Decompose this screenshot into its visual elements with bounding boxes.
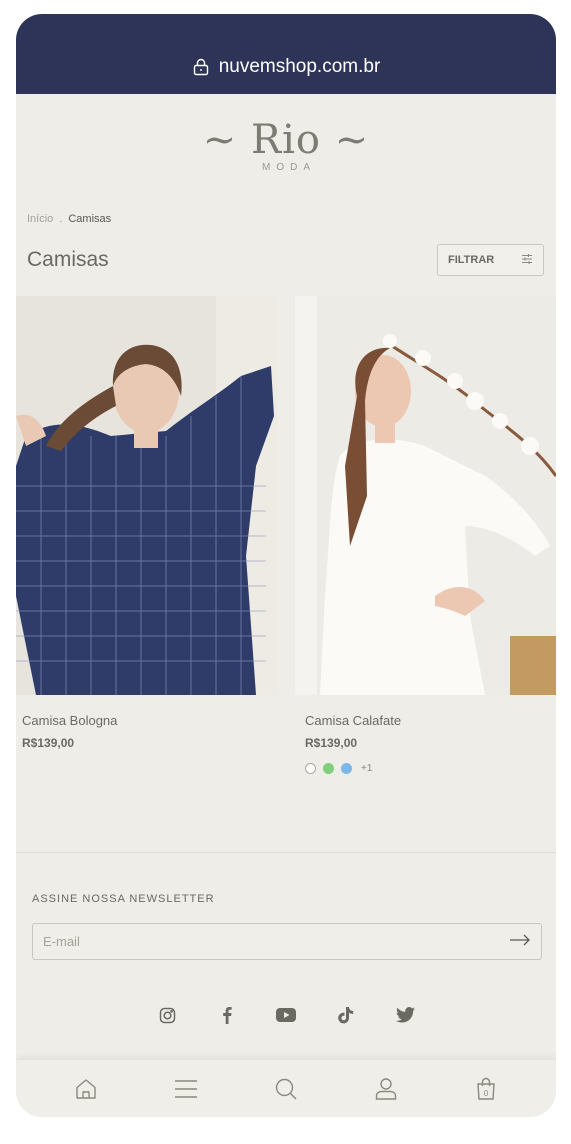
cart-count: 0 — [484, 1089, 489, 1098]
newsletter-title: ASSINE NOSSA NEWSLETTER — [32, 893, 215, 905]
page-title: Camisas — [27, 248, 109, 271]
browser-url-bar[interactable]: nuvemshop.com.br — [16, 14, 556, 94]
product-card[interactable]: Camisa Bologna R$139,00 — [16, 296, 277, 750]
logo-sub-text: MODA — [262, 162, 316, 173]
product-image[interactable] — [16, 296, 277, 695]
search-icon[interactable] — [266, 1069, 306, 1109]
account-icon[interactable] — [366, 1069, 406, 1109]
breadcrumb-home-link[interactable]: Início — [27, 213, 53, 225]
cart-icon[interactable]: 0 — [466, 1069, 506, 1109]
lock-icon — [192, 58, 210, 76]
bottom-navigation: 0 — [16, 1059, 556, 1117]
breadcrumb-separator: . — [59, 213, 63, 225]
swatch-blue[interactable] — [341, 763, 352, 774]
filter-button-label: FILTRAR — [448, 254, 495, 266]
menu-icon[interactable] — [166, 1069, 206, 1109]
filter-button[interactable]: FILTRAR — [437, 244, 544, 276]
email-input[interactable] — [43, 934, 483, 949]
product-price: R$139,00 — [22, 736, 75, 750]
product-price: R$139,00 — [305, 736, 358, 750]
section-divider — [16, 852, 556, 853]
sliders-icon — [521, 253, 533, 268]
arrow-right-icon[interactable] — [509, 933, 531, 951]
social-links — [156, 1004, 416, 1026]
youtube-icon[interactable] — [275, 1004, 297, 1026]
breadcrumb-current: Camisas — [68, 213, 112, 225]
swatch-white[interactable] — [305, 763, 316, 774]
product-image[interactable] — [295, 296, 556, 695]
phone-frame: nuvemshop.com.br ~ Rio ~ MODA Início. Cam… — [16, 14, 556, 1117]
color-swatches: +1 — [295, 763, 556, 774]
product-name[interactable]: Camisa Bologna — [16, 713, 277, 728]
store-logo[interactable]: ~ Rio ~ MODA — [16, 94, 556, 194]
product-name[interactable]: Camisa Calafate — [295, 713, 556, 728]
swatch-green[interactable] — [323, 763, 334, 774]
facebook-icon[interactable] — [216, 1004, 238, 1026]
instagram-icon[interactable] — [156, 1004, 178, 1026]
home-icon[interactable] — [66, 1069, 106, 1109]
newsletter-form — [32, 923, 542, 960]
product-card[interactable]: Camisa Calafate R$139,00 +1 — [295, 296, 556, 774]
url-text: nuvemshop.com.br — [218, 56, 381, 77]
tiktok-icon[interactable] — [335, 1004, 357, 1026]
more-colors-count[interactable]: +1 — [361, 763, 372, 774]
logo-main-text: ~ Rio ~ — [202, 117, 370, 163]
breadcrumb: Início. Camisas — [27, 213, 111, 225]
twitter-icon[interactable] — [394, 1004, 416, 1026]
